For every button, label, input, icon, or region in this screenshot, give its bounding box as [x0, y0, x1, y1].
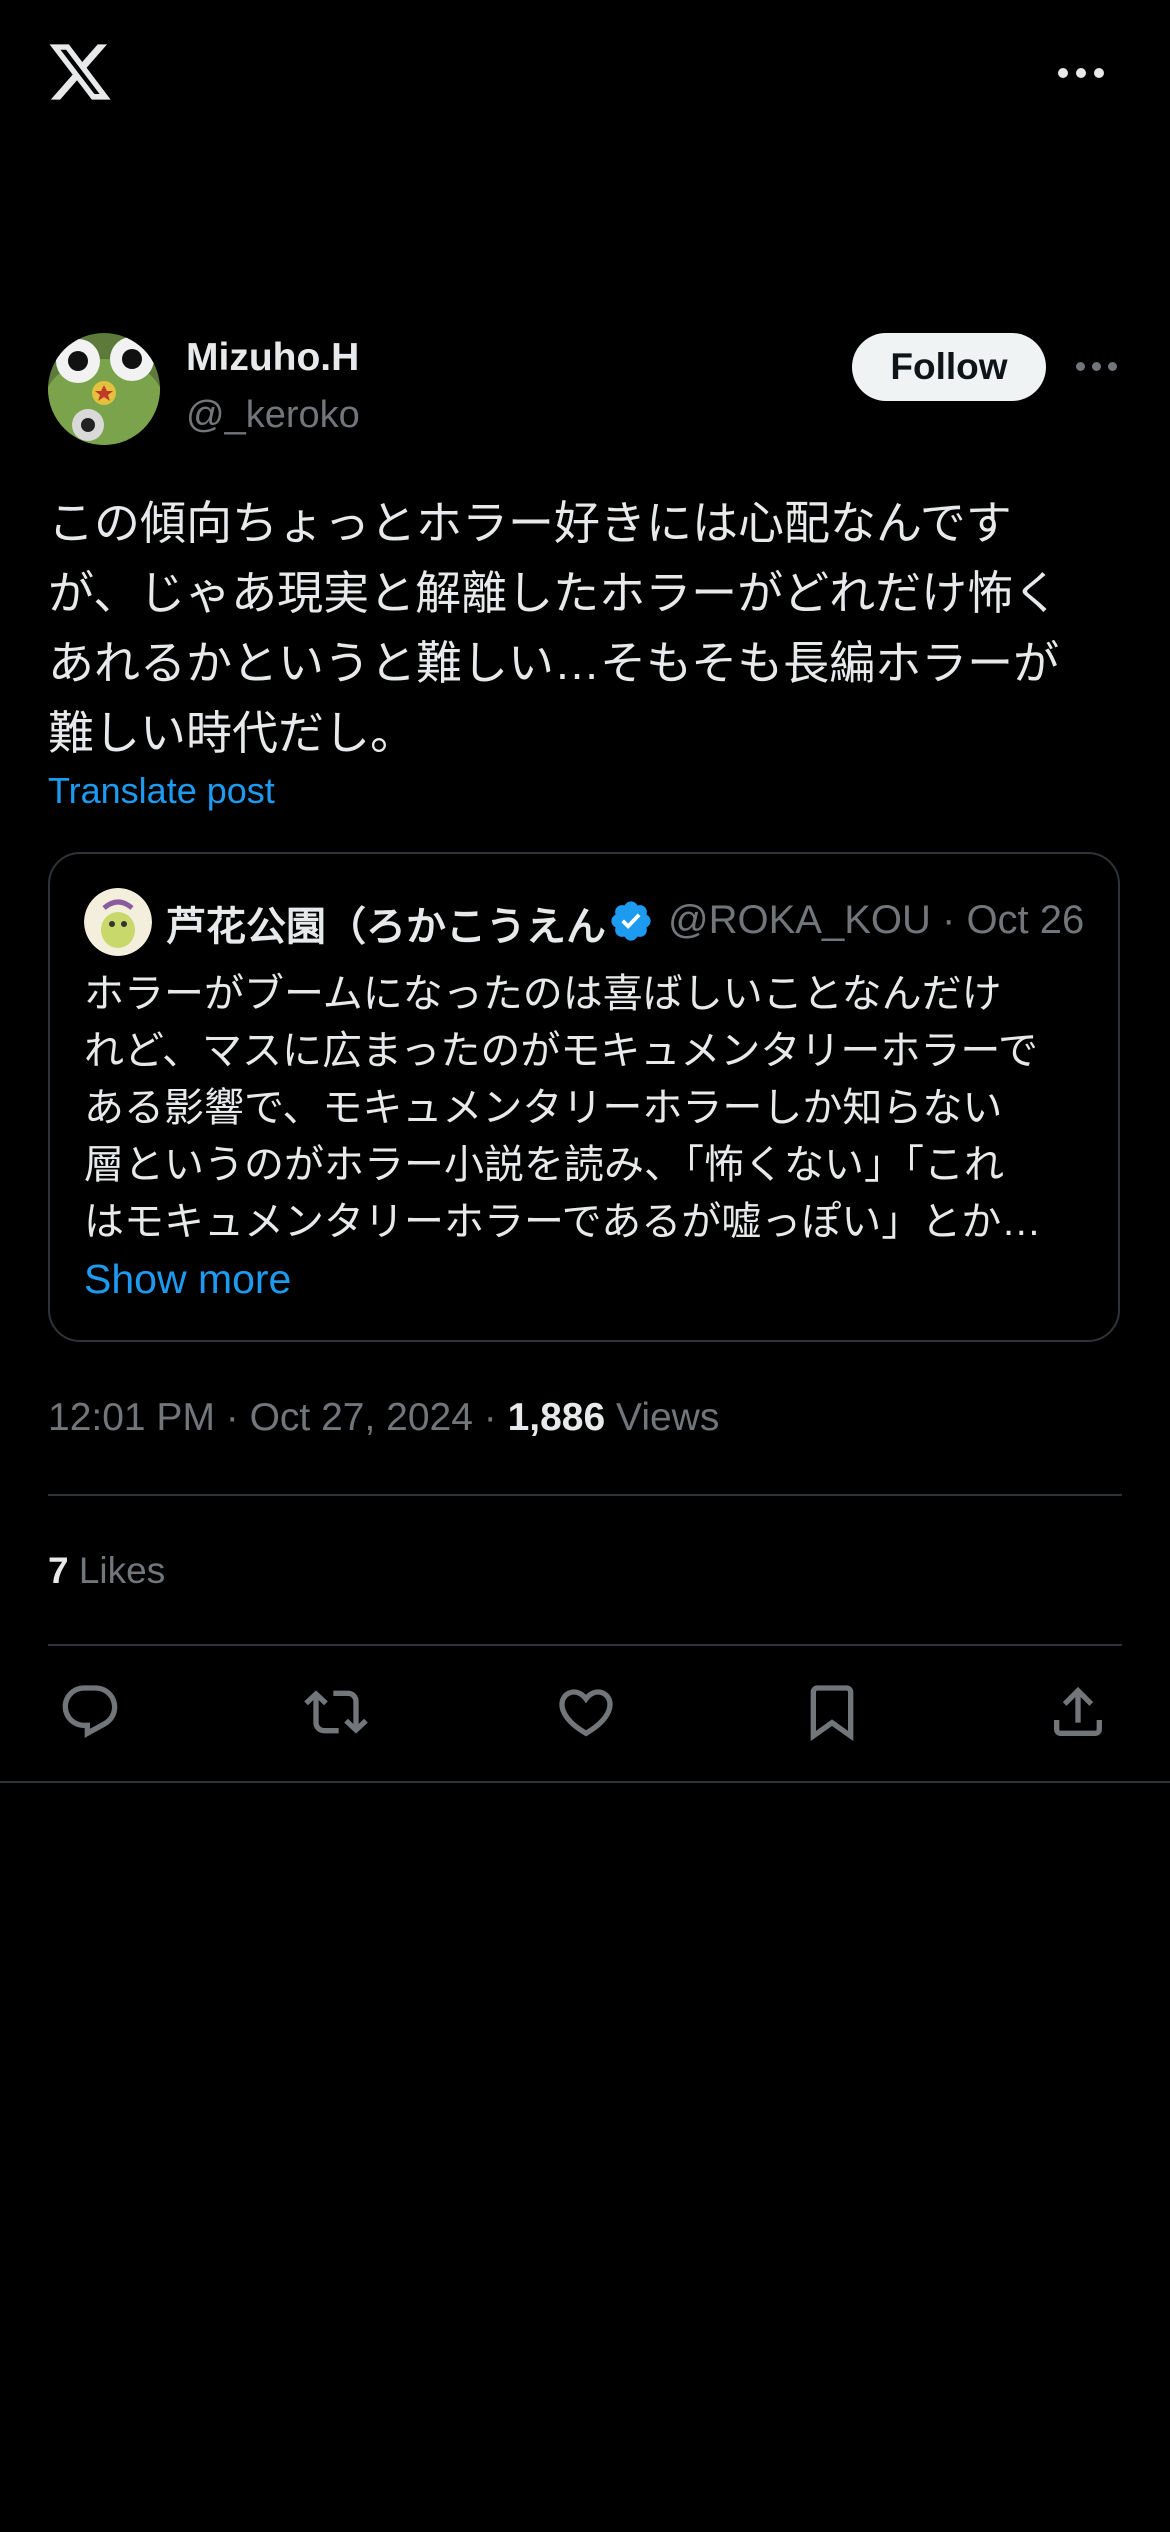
views-count: 1,886 — [507, 1396, 606, 1439]
divider — [48, 1644, 1122, 1646]
more-options-icon[interactable] — [1058, 58, 1114, 88]
bookmark-icon[interactable] — [800, 1680, 864, 1744]
follow-button[interactable]: Follow — [852, 333, 1046, 401]
divider — [0, 1781, 1170, 1783]
author-name[interactable]: Mizuho.H — [186, 336, 359, 380]
post-timestamp-views: 12:01 PM · Oct 27, 2024 · 1,886 Views — [48, 1396, 719, 1440]
quoted-handle-date: @ROKA_KOU · Oct 26 — [668, 898, 1085, 942]
verified-badge-icon — [608, 898, 654, 944]
share-icon[interactable] — [1046, 1680, 1110, 1744]
views-label: Views — [605, 1396, 720, 1439]
likes-number: 7 — [48, 1550, 69, 1591]
like-icon[interactable] — [554, 1680, 618, 1744]
post-more-icon[interactable] — [1076, 362, 1117, 371]
avatar[interactable] — [48, 333, 160, 445]
x-logo-icon[interactable] — [46, 38, 114, 106]
post-timestamp[interactable]: 12:01 PM · Oct 27, 2024 · — [48, 1396, 508, 1439]
quoted-author-name: 芦花公園（ろかこうえん — [166, 905, 606, 949]
post-text: この傾向ちょっとホラー好きには心配なんです が、じゃあ現実と解離したホラーがどれ… — [48, 497, 1060, 759]
repost-icon[interactable] — [304, 1680, 368, 1744]
author-handle[interactable]: @_keroko — [186, 394, 360, 437]
quoted-author-avatar — [84, 888, 152, 956]
show-more-link[interactable]: Show more — [84, 1256, 291, 1303]
likes-count[interactable]: 7 Likes — [48, 1550, 165, 1592]
likes-label: Likes — [68, 1550, 166, 1591]
reply-icon[interactable] — [58, 1680, 122, 1744]
translate-post-link[interactable]: Translate post — [48, 770, 275, 812]
divider — [48, 1494, 1122, 1496]
quoted-post-text: ホラーがブームになったのは喜ばしいことなんだけ れど、マスに広まったのがモキュメ… — [84, 972, 1042, 1244]
